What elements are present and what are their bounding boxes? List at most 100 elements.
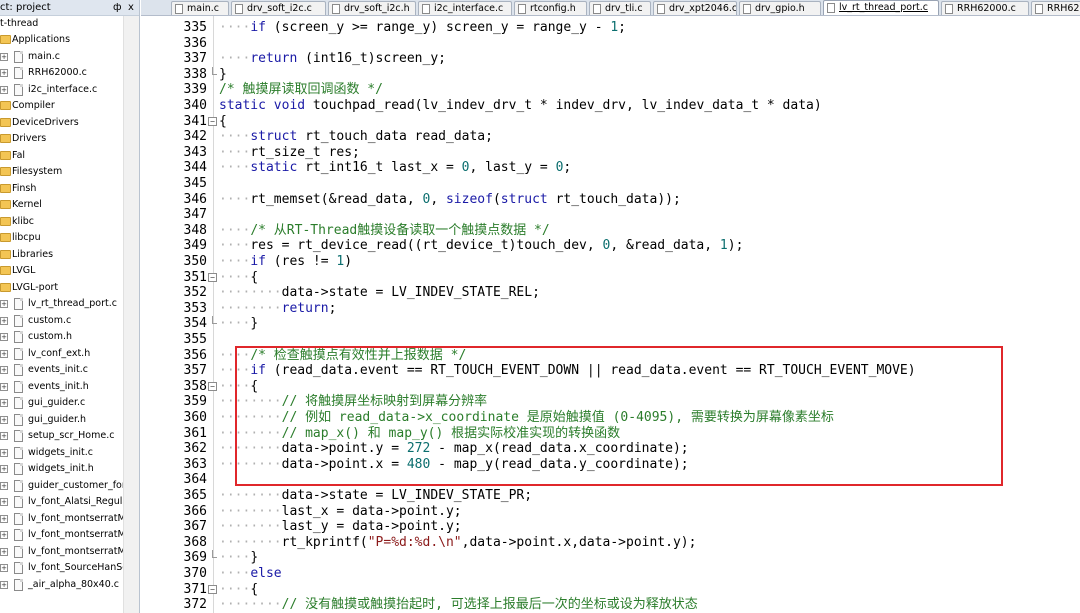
tree-folder[interactable]: LVGL — [0, 263, 123, 280]
expand-icon[interactable]: + — [0, 481, 8, 490]
fold-collapse-icon[interactable]: − — [208, 116, 217, 126]
code-line[interactable]: 343 ····rt_size_t res; — [141, 145, 1080, 161]
editor-tab[interactable]: rtconfig.h — [514, 1, 587, 15]
editor-tab[interactable]: drv_gpio.h — [739, 1, 821, 15]
tree-file[interactable]: + lv_conf_ext.h — [0, 346, 123, 363]
expand-icon[interactable]: + — [0, 52, 8, 61]
expand-icon[interactable]: + — [0, 547, 8, 556]
code-line[interactable]: 335 ····if (screen_y >= range_y) screen_y… — [141, 20, 1080, 36]
expand-icon[interactable]: + — [0, 349, 8, 358]
tree-file[interactable]: + gui_guider.c — [0, 395, 123, 412]
fold-collapse-icon[interactable]: − — [208, 584, 217, 594]
expand-icon[interactable]: + — [0, 498, 8, 506]
code-line[interactable]: 358− ····{ — [141, 379, 1080, 395]
code-line[interactable]: 336 — [141, 36, 1080, 52]
code-line[interactable]: 363 ········data->point.x = 480 - map_y(r… — [141, 457, 1080, 473]
tree-file[interactable]: + lv_font_SourceHanSer — [0, 560, 132, 577]
code-line[interactable]: 368 ········rt_kprintf("P=%d:%d.\n",data-… — [141, 535, 1080, 551]
code-line[interactable]: 366 ········last_x = data->point.y; — [141, 504, 1080, 520]
editor-tab[interactable]: RRH6200 — [1031, 1, 1080, 15]
expand-icon[interactable]: + — [0, 300, 8, 308]
expand-icon[interactable]: + — [0, 316, 8, 325]
tree-file[interactable]: + i2c_interface.c — [0, 82, 123, 99]
code-line[interactable]: 356 ····/* 检查触摸点有效性并上报数据 */ — [141, 348, 1080, 364]
code-line[interactable]: 341−{ — [141, 114, 1080, 130]
code-line[interactable]: 346 ····rt_memset(&read_data, 0, sizeof(s… — [141, 192, 1080, 208]
editor-tab[interactable]: main.c — [171, 1, 229, 15]
code-line[interactable]: 367 ········last_y = data->point.y; — [141, 519, 1080, 535]
code-line[interactable]: 360 ········// 例如 read_data->x_coordinate… — [141, 410, 1080, 426]
tree-file[interactable]: + events_init.h — [0, 379, 123, 396]
code-line[interactable]: 355 — [141, 332, 1080, 348]
expand-icon[interactable]: + — [0, 564, 8, 572]
code-line[interactable]: 350 ····if (res != 1) — [141, 254, 1080, 270]
code-line[interactable]: 369 ····} — [141, 550, 1080, 566]
tree-file[interactable]: + _air_alpha_80x40.c — [0, 577, 123, 594]
expand-icon[interactable]: + — [0, 514, 8, 523]
tree-file[interactable]: + custom.c — [0, 313, 123, 330]
code-line[interactable]: 354 ····} — [141, 316, 1080, 332]
tree-folder[interactable]: libcpu — [0, 230, 123, 247]
code-line[interactable]: 362 ········data->point.y = 272 - map_x(r… — [141, 441, 1080, 457]
tree-file[interactable]: + events_init.c — [0, 362, 123, 379]
code-line[interactable]: 370 ····else — [141, 566, 1080, 582]
tree-folder[interactable]: Fal — [0, 148, 123, 165]
code-line[interactable]: 371− ····{ — [141, 582, 1080, 598]
code-line[interactable]: 365 ········data->state = LV_INDEV_STATE_… — [141, 488, 1080, 504]
code-line[interactable]: 342 ····struct rt_touch_data read_data; — [141, 129, 1080, 145]
expand-icon[interactable]: + — [0, 448, 8, 457]
tree-folder[interactable]: DeviceDrivers — [0, 115, 123, 132]
expand-icon[interactable]: + — [0, 366, 8, 374]
tree-folder[interactable]: Finsh — [0, 181, 123, 198]
tree-folder[interactable]: Applications — [0, 32, 123, 49]
fold-collapse-icon[interactable]: − — [208, 272, 217, 282]
tree-file[interactable]: + widgets_init.c — [0, 445, 123, 462]
tree-folder[interactable]: Kernel — [0, 197, 123, 214]
panel-scrollbar[interactable] — [123, 16, 139, 613]
editor-tab[interactable]: lv_rt_thread_port.c — [823, 0, 939, 15]
code-line[interactable]: 344 ····static rt_int16_t last_x = 0, las… — [141, 160, 1080, 176]
code-line[interactable]: 340 static void touchpad_read(lv_indev_dr… — [141, 98, 1080, 114]
code-line[interactable]: 347 — [141, 207, 1080, 223]
editor-tab[interactable]: drv_xpt2046.c — [653, 1, 737, 15]
editor-tab[interactable]: drv_soft_i2c.c — [231, 1, 326, 15]
tree-folder[interactable]: Filesystem — [0, 164, 123, 181]
pin-icon[interactable]: ф — [113, 0, 122, 16]
code-line[interactable]: 353 ········return; — [141, 301, 1080, 317]
editor-tab[interactable]: RRH62000.c — [941, 1, 1029, 15]
tree-file[interactable]: + setup_scr_Home.c — [0, 428, 123, 445]
tree-folder[interactable]: Drivers — [0, 131, 123, 148]
tree-root[interactable]: t-thread — [0, 16, 123, 33]
tree-file[interactable]: + lv_font_Alatsi_Regular — [0, 494, 132, 511]
close-icon[interactable]: x — [128, 0, 134, 16]
tree-folder[interactable]: LVGL-port — [0, 280, 123, 297]
tree-file[interactable]: + custom.h — [0, 329, 123, 346]
tree-file[interactable]: + gui_guider.h — [0, 412, 123, 429]
code-line[interactable]: 348 ····/* 从RT-Thread触摸设备读取一个触摸点数据 */ — [141, 223, 1080, 239]
tree-file[interactable]: + RRH62000.c — [0, 65, 123, 82]
tree-file[interactable]: + lv_font_montserratMe — [0, 527, 132, 544]
expand-icon[interactable]: + — [0, 465, 8, 473]
editor-tab[interactable]: i2c_interface.c — [418, 1, 512, 15]
expand-icon[interactable]: + — [0, 399, 8, 407]
code-editor[interactable]: 335 ····if (screen_y >= range_y) screen_y… — [141, 16, 1080, 613]
tree-folder[interactable]: Compiler — [0, 98, 123, 115]
tree-file[interactable]: + lv_font_montserratMe — [0, 511, 132, 528]
expand-icon[interactable]: + — [0, 580, 8, 589]
code-line[interactable]: 351− ····{ — [141, 270, 1080, 286]
editor-tab[interactable]: drv_soft_i2c.h — [328, 1, 416, 15]
expand-icon[interactable]: + — [0, 85, 8, 94]
tree-file[interactable]: + main.c — [0, 49, 123, 66]
expand-icon[interactable]: + — [0, 382, 8, 391]
fold-collapse-icon[interactable]: − — [208, 381, 217, 391]
editor-tab[interactable]: drv_tli.c — [589, 1, 651, 15]
expand-icon[interactable]: + — [0, 531, 8, 539]
expand-icon[interactable]: + — [0, 333, 8, 341]
tree-folder[interactable]: klibc — [0, 214, 123, 231]
tree-file[interactable]: + lv_rt_thread_port.c — [0, 296, 123, 313]
code-line[interactable]: 338} — [141, 66, 1080, 83]
code-line[interactable]: 345 — [141, 176, 1080, 192]
expand-icon[interactable]: + — [0, 415, 8, 424]
code-line[interactable]: 349 ····res = rt_device_read((rt_device_t… — [141, 238, 1080, 254]
code-line[interactable]: 364 — [141, 472, 1080, 488]
